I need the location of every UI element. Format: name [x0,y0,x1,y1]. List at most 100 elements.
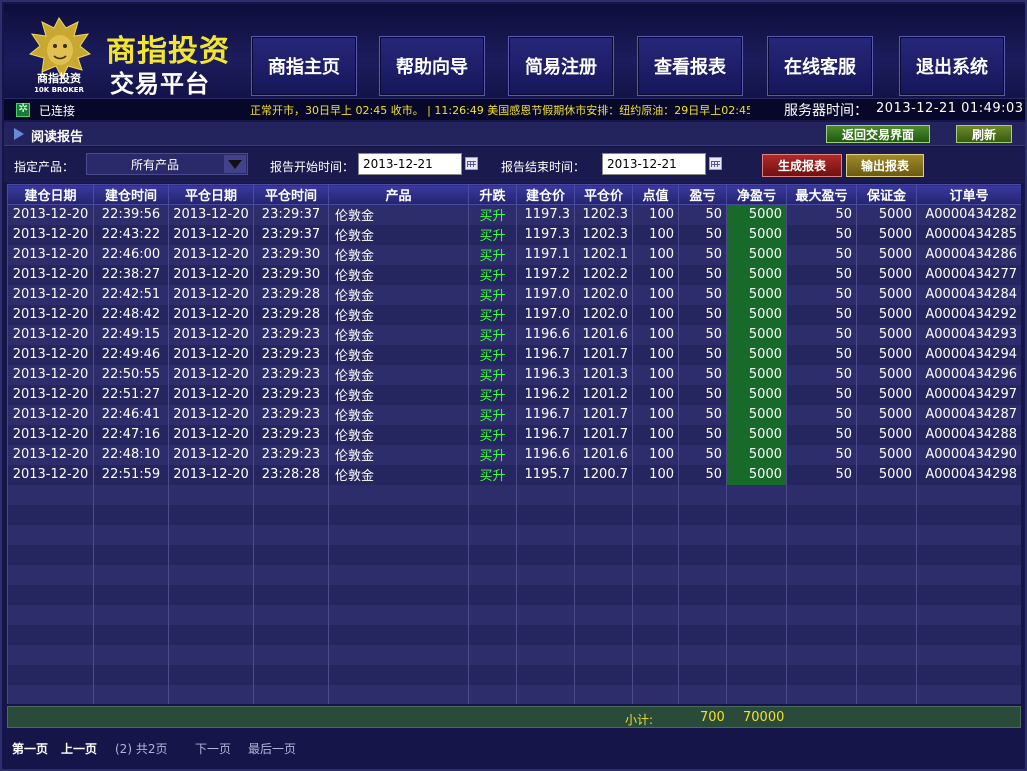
cell-order-id [916,544,1021,565]
cell-margin [856,624,917,645]
cell-open-price: 1196.7 [516,424,575,445]
table-row [7,624,1021,645]
start-calendar-icon[interactable] [465,157,478,170]
cell-order-id: A0000434287 [916,404,1021,425]
cell-point-value: 100 [632,344,679,365]
cell-max-profit: 50 [786,364,857,385]
section-title: 阅读报告 [31,130,84,145]
first-page-link[interactable]: 第一页 [12,740,48,757]
cell-order-id [916,484,1021,505]
nav-register-button[interactable]: 简易注册 [508,36,614,96]
cell-open-price [516,524,575,545]
cell-max-profit [786,504,857,525]
cell-close-price: 1202.0 [574,284,633,305]
subtotal-profit: 700 [700,710,725,725]
cell-profit: 50 [678,224,727,245]
table-row: 2013-12-20 22:46:00 2013-12-20 23:29:30 伦敦金买… [7,244,1021,265]
cell-point-value [632,644,679,665]
cell-close-price: 1201.6 [574,444,633,465]
cell-margin: 5000 [856,464,917,485]
cell-close-price [574,624,633,645]
cell-direction: 买升 [468,404,517,425]
prev-page-link[interactable]: 上一页 [61,740,97,757]
cell-open-price [516,664,575,685]
dropdown-arrow-icon[interactable] [224,155,246,173]
cell-close-date: 2013-12-20 [168,324,254,345]
nav-help-button[interactable]: 帮助向导 [379,36,485,96]
cell-open-time [93,484,169,505]
cell-close-price [574,644,633,665]
cell-direction [468,644,517,665]
cell-net-profit: 5000 [726,364,787,385]
cell-close-price: 1201.3 [574,364,633,385]
cell-open-date: 2013-12-20 [7,444,94,465]
export-report-button[interactable]: 输出报表 [846,154,924,177]
generate-report-button[interactable]: 生成报表 [762,154,842,177]
table-row [7,484,1021,505]
cell-open-date: 2013-12-20 [7,404,94,425]
start-date-input[interactable] [358,153,462,175]
cell-open-date [7,524,94,545]
cell-product: 伦敦金 [328,464,469,485]
end-date-input[interactable] [602,153,706,175]
cell-close-date: 2013-12-20 [168,304,254,325]
product-select[interactable]: 所有产品 [86,153,248,175]
cell-point-value: 100 [632,444,679,465]
cell-max-profit: 50 [786,384,857,405]
report-table-container: 建仓日期 建仓时间 平仓日期 平仓时间 产品 升跌 建仓价 平仓价 点值 盈亏 净盈亏 最大盈亏 保证金… [7,184,1021,704]
table-row: 2013-12-20 22:42:51 2013-12-20 23:29:28 伦敦金买… [7,284,1021,305]
cell-open-price: 1196.2 [516,384,575,405]
cell-point-value [632,604,679,625]
cell-max-profit [786,604,857,625]
cell-close-time: 23:29:37 [253,204,329,225]
column-header-open-time: 建仓时间 [93,184,169,205]
nav-support-button[interactable]: 在线客服 [767,36,873,96]
last-page-link[interactable]: 最后一页 [248,740,296,757]
cell-profit [678,544,727,565]
server-time-value: 2013-12-21 01:49:03 [876,101,1024,116]
cell-open-time [93,524,169,545]
cell-open-price: 1196.7 [516,404,575,425]
cell-net-profit [726,624,787,645]
cell-product [328,584,469,605]
end-calendar-icon[interactable] [709,157,722,170]
cell-direction: 买升 [468,364,517,385]
cell-close-time [253,644,329,665]
cell-max-profit: 50 [786,324,857,345]
cell-point-value [632,664,679,685]
cell-close-price: 1202.3 [574,204,633,225]
cell-close-price: 1202.3 [574,224,633,245]
nav-reports-button[interactable]: 查看报表 [637,36,743,96]
cell-point-value: 100 [632,384,679,405]
cell-close-time: 23:29:23 [253,364,329,385]
cell-margin [856,664,917,685]
cell-max-profit [786,544,857,565]
cell-product [328,564,469,585]
cell-product [328,524,469,545]
table-row [7,684,1021,704]
cell-product: 伦敦金 [328,324,469,345]
back-to-trading-button[interactable]: 返回交易界面 [826,125,930,143]
table-row [7,524,1021,545]
cell-open-date: 2013-12-20 [7,464,94,485]
cell-product [328,684,469,704]
column-header-net-profit: 净盈亏 [726,184,787,205]
cell-net-profit: 5000 [726,444,787,465]
cell-close-time [253,624,329,645]
nav-logout-button[interactable]: 退出系统 [899,36,1005,96]
cell-net-profit [726,504,787,525]
cell-margin [856,604,917,625]
cell-profit [678,484,727,505]
next-page-link[interactable]: 下一页 [195,740,231,757]
cell-order-id: A0000434277 [916,264,1021,285]
cell-point-value [632,584,679,605]
cell-point-value [632,524,679,545]
cell-margin: 5000 [856,284,917,305]
table-row: 2013-12-20 22:47:16 2013-12-20 23:29:23 伦敦金买… [7,424,1021,445]
refresh-button[interactable]: 刷新 [956,125,1012,143]
nav-home-button[interactable]: 商指主页 [251,36,357,96]
cell-net-profit: 5000 [726,324,787,345]
cell-profit: 50 [678,444,727,465]
cell-open-price [516,484,575,505]
cell-direction [468,664,517,685]
